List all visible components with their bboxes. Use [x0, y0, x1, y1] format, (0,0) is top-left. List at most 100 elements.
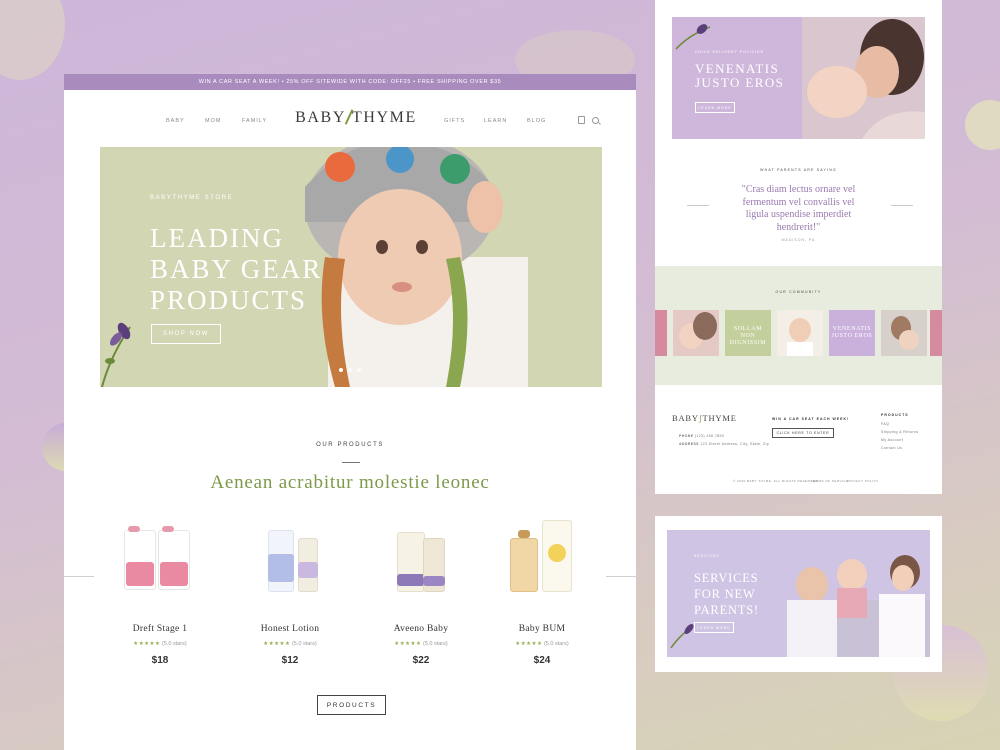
lavender-flower-icon — [675, 24, 711, 50]
banner-eyebrow: CHILD DELIVERY POLICIES — [695, 50, 764, 54]
site-footer: BABYʃTHYME PHONE (123) 456 7890 ADDRESS … — [655, 385, 942, 494]
shop-now-button[interactable]: SHOP NOW — [151, 324, 221, 344]
stars-icon: ★★★★★ — [263, 641, 291, 647]
products-title: Aenean acrabitur molestie leonec — [210, 472, 490, 493]
product-card[interactable]: Dreft Stage 1 ★★★★★ (5.0 stars) $18 — [100, 510, 220, 690]
nav-learn[interactable]: LEARN — [484, 118, 507, 124]
delivery-banner: CHILD DELIVERY POLICIES VENENATIS JUSTO … — [672, 17, 925, 139]
divider — [342, 462, 360, 463]
product-card[interactable]: Baby BUM ★★★★★ (5.0 stars) $24 — [482, 510, 602, 690]
testimonial-author: MADISON, PA — [781, 238, 816, 242]
product-name[interactable]: Dreft Stage 1 — [100, 624, 220, 634]
product-price: $24 — [533, 655, 551, 666]
product-card[interactable]: Honest Lotion ★★★★★ (5.0 stars) $12 — [230, 510, 350, 690]
divider — [606, 576, 636, 577]
community-tile[interactable] — [930, 310, 942, 356]
product-price: $22 — [412, 655, 430, 666]
preview-panel: CHILD DELIVERY POLICIES VENENATIS JUSTO … — [655, 0, 942, 494]
product-rating: ★★★★★ (5.0 stars) — [515, 641, 569, 647]
carousel-dot[interactable] — [357, 368, 361, 372]
decor-circle — [0, 0, 65, 80]
product-image — [482, 510, 602, 610]
nav-blog[interactable]: BLOG — [527, 118, 546, 124]
main-nav: BABY MOM FAMILY BABY THYME GIFTS LEARN BL… — [64, 109, 636, 148]
community-tile[interactable] — [673, 310, 719, 356]
arrow-left-icon[interactable] — [687, 205, 709, 206]
footer-link[interactable]: FAQ — [881, 422, 889, 426]
footer-link[interactable]: Contact Us — [881, 446, 902, 450]
product-name[interactable]: Aveeno Baby — [361, 624, 481, 634]
product-price: $18 — [151, 655, 169, 666]
footer-promo-title: WIN A CAR SEAT EACH WEEK! — [772, 417, 850, 421]
logo-word-thyme: THYME — [351, 109, 417, 126]
community-photo — [679, 312, 717, 349]
hero-eyebrow: BABYTHYME STORE — [150, 195, 234, 201]
search-icon[interactable] — [592, 117, 599, 124]
footer-link[interactable]: Shipping & Returns — [881, 430, 918, 434]
hero-title: LEADING BABY GEAR PRODUCTS — [150, 223, 323, 315]
testimonial-eyebrow: WHAT PARENTS ARE SAYING — [760, 168, 837, 172]
hero-banner: BABYTHYME STORE LEADING BABY GEAR PRODUC… — [100, 147, 602, 387]
stars-icon: ★★★★★ — [133, 641, 161, 647]
carousel-dots[interactable] — [339, 368, 361, 372]
decor-circle — [965, 100, 1000, 150]
learn-more-button[interactable]: LEARN MORE — [694, 622, 734, 633]
cart-icon[interactable] — [578, 116, 585, 124]
product-grid: Dreft Stage 1 ★★★★★ (5.0 stars) $18 Hone… — [100, 510, 602, 690]
community-photo — [891, 316, 919, 350]
preview-panel: SERVICES SERVICES FOR NEW PARENTS! LEARN… — [655, 516, 942, 672]
logo-word-baby: BABY — [295, 109, 346, 126]
footer-logo[interactable]: BABYʃTHYME — [672, 413, 737, 423]
footer-link[interactable]: My Account — [881, 438, 903, 442]
stars-icon: ★★★★★ — [515, 641, 543, 647]
product-price: $12 — [281, 655, 299, 666]
copyright: © 2020 BABY THYME. ALL RIGHTS RESERVED. — [733, 479, 820, 483]
products-button[interactable]: PRODUCTS — [317, 695, 386, 715]
product-name[interactable]: Baby BUM — [482, 624, 602, 634]
banner-eyebrow: SERVICES — [694, 554, 720, 558]
terms-link[interactable]: TERMS OF SERVICE — [811, 479, 848, 483]
carousel-dot[interactable] — [348, 368, 352, 372]
stars-icon: ★★★★★ — [394, 641, 422, 647]
main-page: BABY MOM FAMILY BABY THYME GIFTS LEARN BL… — [64, 90, 636, 750]
community-photo — [787, 318, 813, 356]
product-image — [230, 510, 350, 610]
community-eyebrow: OUR COMMUNITY — [775, 290, 822, 294]
product-image — [100, 510, 220, 610]
testimonial-quote: "Cras diam lectus ornare vel fermentum v… — [741, 184, 856, 233]
carousel-dot[interactable] — [339, 368, 343, 372]
services-title: SERVICES FOR NEW PARENTS! — [694, 571, 759, 617]
learn-more-button[interactable]: LEARN MORE — [695, 102, 735, 113]
nav-family[interactable]: FAMILY — [242, 118, 267, 124]
community-tile-label: VENENATIS JUSTO EROS — [831, 326, 873, 339]
nav-baby[interactable]: BABY — [166, 118, 185, 124]
product-image — [361, 510, 481, 610]
product-rating: ★★★★★ (5.0 stars) — [263, 641, 317, 647]
promo-bar: WIN A CAR SEAT A WEEK! • 25% OFF SITEWID… — [64, 74, 636, 90]
product-name[interactable]: Honest Lotion — [230, 624, 350, 634]
community-tile[interactable] — [777, 310, 823, 356]
nav-mom[interactable]: MOM — [205, 118, 221, 124]
products-eyebrow: OUR PRODUCTS — [316, 442, 384, 448]
nav-gifts[interactable]: GIFTS — [444, 118, 465, 124]
footer-address: ADDRESS 123 Street Address, City, State,… — [679, 442, 770, 446]
footer-phone: PHONE (123) 456 7890 — [679, 434, 725, 438]
product-rating: ★★★★★ (5.0 stars) — [133, 641, 187, 647]
community-section: OUR COMMUNITY SOLLAM NON DIGNISSIM VENEN… — [655, 266, 942, 385]
community-tile-label: SOLLAM NON DIGNISSIM — [729, 326, 767, 346]
services-banner: SERVICES SERVICES FOR NEW PARENTS! LEARN… — [667, 530, 930, 657]
lavender-flower-icon — [101, 322, 131, 387]
community-tile[interactable]: SOLLAM NON DIGNISSIM — [725, 310, 771, 356]
arrow-right-icon[interactable] — [891, 205, 913, 206]
community-tile[interactable]: VENENATIS JUSTO EROS — [829, 310, 875, 356]
site-logo[interactable]: BABY THYME — [294, 109, 418, 127]
product-card[interactable]: Aveeno Baby ★★★★★ (5.0 stars) $22 — [361, 510, 481, 690]
banner-title: VENENATIS JUSTO EROS — [695, 61, 785, 90]
footer-links-title: PRODUCTS — [881, 413, 909, 417]
community-tile[interactable] — [655, 310, 667, 356]
divider — [64, 576, 94, 577]
enter-button[interactable]: CLICK HERE TO ENTER — [772, 428, 834, 438]
community-tile[interactable] — [881, 310, 927, 356]
product-rating: ★★★★★ (5.0 stars) — [394, 641, 448, 647]
privacy-link[interactable]: PRIVACY POLICY — [847, 479, 879, 483]
